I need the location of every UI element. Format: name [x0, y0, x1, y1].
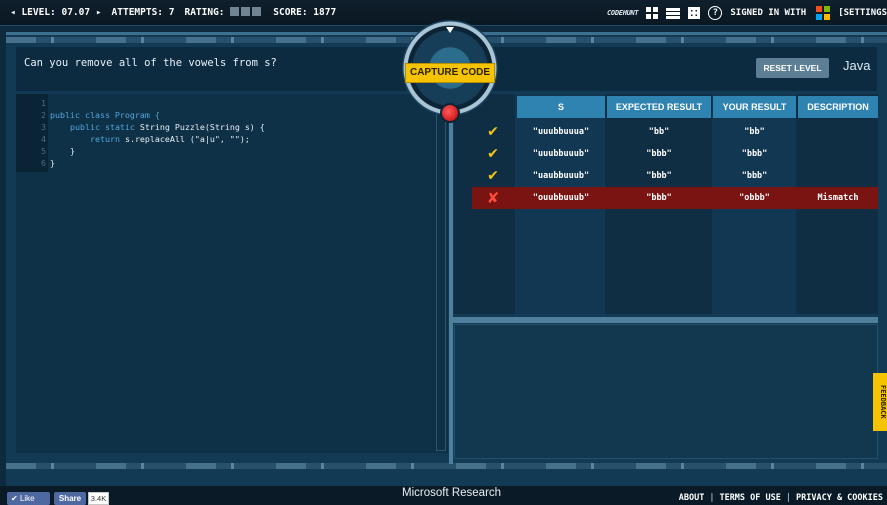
table-row: ✔ "uuubbuuub" "bbb" "bbb" — [472, 143, 878, 165]
record-button-icon[interactable] — [440, 103, 460, 123]
check-icon: ✔ — [487, 124, 499, 140]
code-line[interactable]: 2 public class Program { — [16, 110, 160, 121]
microsoft-research-label: Microsoft Research — [402, 487, 502, 499]
table-cell-yours: "bbb" — [741, 171, 768, 181]
table-cell-description — [798, 121, 878, 143]
privacy-link[interactable]: PRIVACY & COOKIES — [796, 493, 883, 503]
thumbs-up-icon: ✔ — [11, 494, 18, 503]
next-level-icon[interactable]: ▸ — [90, 7, 102, 18]
terms-link[interactable]: TERMS OF USE — [719, 493, 780, 503]
table-header-s: S — [517, 96, 605, 118]
code-hunt-logo[interactable]: CODE HUNT — [607, 9, 639, 17]
level-indicator[interactable]: ◂ LEVEL: 07.07 ▸ — [10, 7, 102, 18]
check-icon: ✔ — [487, 146, 499, 162]
panel-divider[interactable] — [450, 317, 878, 323]
rating-box — [230, 7, 240, 16]
table-cell-expected: "bbb" — [646, 193, 672, 203]
table-cell-description — [798, 143, 878, 165]
table-cell-s: "uuubbuuua" — [532, 127, 590, 137]
table-cell-yours: "obbb" — [739, 193, 770, 203]
list-icon[interactable] — [666, 7, 681, 19]
table-cell-s: "uaubbuuub" — [532, 171, 590, 181]
table-header-description: DESCRIPTION — [798, 96, 878, 118]
table-cell-expected: "bbb" — [646, 149, 672, 159]
feedback-tab[interactable]: FEEDBACK — [873, 373, 887, 431]
rating: RATING: — [184, 7, 263, 18]
table-cell-expected: "bb" — [648, 127, 670, 137]
rating-box — [252, 7, 262, 16]
capture-code-label: CAPTURE CODE — [409, 67, 490, 78]
prev-level-icon[interactable]: ◂ — [10, 7, 21, 18]
code-line[interactable]: 1 — [16, 98, 50, 109]
attempts-label: ATTEMPTS: 7 — [111, 7, 175, 18]
score-label: SCORE: 1877 — [273, 7, 337, 18]
cross-icon: ✘ — [486, 189, 500, 207]
code-editor[interactable] — [16, 94, 448, 453]
question-bar: Can you remove all of the vowels from s? — [16, 47, 436, 91]
about-link[interactable]: ABOUT — [679, 493, 705, 503]
top-bar-right: CODE HUNT ? SIGNED IN WITH [SETTINGS — [607, 0, 887, 26]
help-icon[interactable]: ? — [708, 6, 723, 20]
code-line[interactable]: 5 } — [16, 146, 75, 157]
facebook-like-button[interactable]: ✔ Like — [7, 492, 50, 505]
rating-box — [241, 7, 251, 16]
table-cell-expected: "bbb" — [646, 171, 672, 181]
question-text: Can you remove all of the vowels from s? — [24, 57, 277, 69]
code-line[interactable]: 4 return s.replaceAll ("a|u", ""); — [16, 134, 250, 145]
table-cell-yours: "bb" — [744, 127, 765, 137]
language-selector[interactable]: Java — [843, 58, 870, 73]
table-row-failed: ✘ "ouubbuuub" "bbb" "obbb" Mismatch — [472, 187, 878, 209]
settings-link[interactable]: [SETTINGS — [838, 8, 887, 18]
level-label: LEVEL: 07.07 — [21, 7, 91, 18]
table-cell-yours: "bbb" — [741, 149, 768, 159]
check-icon: ✔ — [487, 168, 499, 184]
facebook-share-button[interactable]: Share — [54, 492, 86, 505]
editor-scrollbar[interactable] — [436, 96, 446, 451]
microsoft-account-icon[interactable] — [816, 6, 831, 20]
table-cell-s: "uuubbuuub" — [532, 149, 590, 159]
table-header-yours: YOUR RESULT — [713, 96, 796, 118]
table-row: ✔ "uuubbuuua" "bb" "bb" — [472, 121, 878, 143]
capture-code-button[interactable]: CAPTURE CODE — [405, 63, 495, 83]
decorative-strip — [6, 463, 887, 469]
footer-links: ABOUT | TERMS OF USE | PRIVACY & COOKIES — [678, 493, 883, 503]
code-line[interactable]: 3 public static String Puzzle(String s) … — [16, 122, 265, 133]
table-cell-description — [798, 165, 878, 187]
rating-label: RATING: — [184, 7, 225, 18]
code-line[interactable]: 6} — [16, 158, 55, 169]
large-grid-icon[interactable] — [646, 7, 659, 19]
output-panel — [454, 324, 878, 459]
table-header-expected: EXPECTED RESULT — [607, 96, 711, 118]
table-row: ✔ "uaubbuuub" "bbb" "bbb" — [472, 165, 878, 187]
signed-in-label: SIGNED IN WITH — [730, 8, 807, 18]
panel-separator[interactable] — [449, 94, 453, 464]
table-cell-s: "ouubbuuub" — [532, 193, 590, 203]
triangle-down-icon — [446, 27, 454, 33]
small-grid-icon[interactable] — [688, 7, 701, 19]
table-cell-description: Mismatch — [817, 193, 859, 203]
share-count: 3.4K — [88, 492, 109, 505]
reset-level-button[interactable]: RESET LEVEL — [756, 58, 829, 78]
